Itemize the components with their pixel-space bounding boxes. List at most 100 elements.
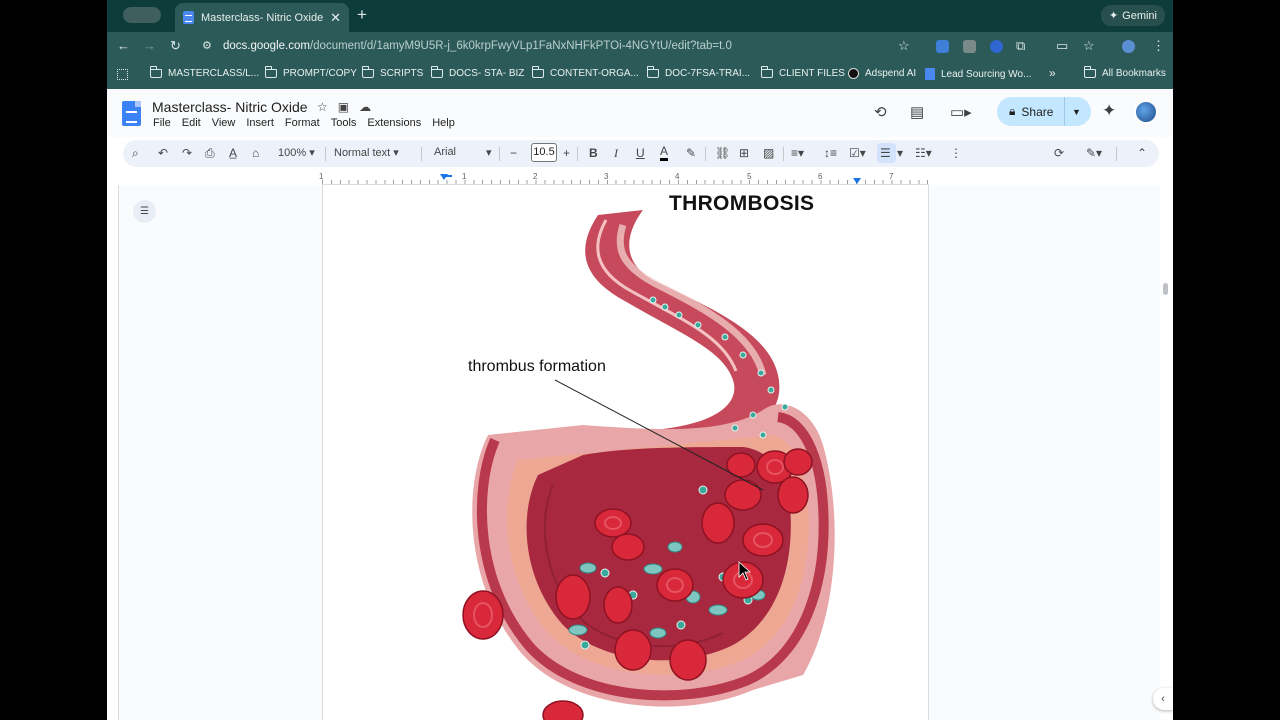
menu-tools[interactable]: Tools — [331, 117, 357, 129]
more-options-icon[interactable]: ⋮ — [950, 145, 962, 161]
highlight-pen-icon[interactable]: ✎ — [686, 145, 696, 161]
version-history-icon[interactable]: ⟲ — [874, 103, 887, 121]
menu-insert[interactable]: Insert — [246, 117, 274, 129]
style-select[interactable]: Normal text ▾ — [334, 146, 399, 159]
undo-icon[interactable]: ↶ — [158, 145, 168, 161]
avatar[interactable] — [1134, 100, 1158, 124]
extension-gear-icon[interactable] — [990, 40, 1003, 53]
profile-avatar-icon[interactable] — [1122, 40, 1135, 53]
forward-icon[interactable]: → — [143, 38, 156, 54]
bold-icon[interactable]: B — [589, 145, 598, 161]
menu-view[interactable]: View — [212, 117, 236, 129]
move-folder-icon[interactable]: ▣ — [338, 100, 349, 114]
right-indent-marker[interactable] — [853, 178, 861, 184]
ai-refresh-icon[interactable]: ⟳ — [1054, 145, 1064, 161]
chevron-down-icon[interactable]: ▾ — [486, 146, 492, 159]
url-path: /document/d/1amyM9U5R-j_6k0krpFwyVLp1FaN… — [309, 40, 732, 52]
editing-mode-icon[interactable]: ✎▾ — [1086, 145, 1102, 161]
font-select[interactable]: Arial — [434, 146, 494, 158]
search-icon[interactable]: ⌕ — [132, 145, 139, 161]
align-left-icon[interactable]: ≡▾ — [791, 145, 804, 161]
gemini-button[interactable]: ✦ Gemini — [1100, 5, 1165, 26]
zoom-select[interactable]: 100% ▾ — [278, 146, 315, 159]
bookmark-item[interactable]: CLIENT FILES — [761, 66, 845, 79]
all-bookmarks-button[interactable]: All Bookmarks — [1084, 66, 1166, 79]
increase-font-size-icon[interactable]: + — [563, 145, 570, 161]
apps-grid-icon[interactable] — [117, 69, 128, 80]
tab-strip: Masterclass- Nitric Oxide - Go ✕ + ✦ Gem… — [107, 0, 1173, 32]
folder-icon — [265, 66, 277, 78]
collapse-toolbar-icon[interactable]: ⌃ — [1137, 145, 1147, 161]
tab-active[interactable]: Masterclass- Nitric Oxide - Go ✕ — [175, 3, 349, 32]
text-color-icon[interactable]: A — [660, 145, 669, 161]
bookmarks-overflow-button[interactable]: » — [1049, 66, 1056, 80]
bookmark-item[interactable]: DOCS- STA- BIZ — [431, 66, 524, 79]
menu-file[interactable]: File — [153, 117, 171, 129]
font-size-input[interactable]: 10.5 — [531, 143, 557, 162]
meet-video-icon[interactable]: ▭▸ — [950, 103, 972, 121]
numbered-list-icon[interactable]: ☷▾ — [915, 145, 932, 161]
divider — [783, 147, 784, 161]
left-indent-marker[interactable] — [440, 174, 448, 180]
print-icon[interactable]: ⎙ — [205, 145, 215, 161]
scrollbar-thumb[interactable] — [1163, 283, 1168, 295]
menu-edit[interactable]: Edit — [182, 117, 201, 129]
extension-audio-icon[interactable] — [936, 40, 949, 53]
redo-icon[interactable]: ↷ — [182, 145, 192, 161]
back-icon[interactable]: ← — [117, 38, 130, 54]
cast-icon[interactable]: ▭ — [1056, 38, 1068, 54]
comments-icon[interactable]: ▤ — [910, 103, 924, 121]
bookmark-item[interactable]: Lead Sourcing Wo... — [925, 68, 1031, 80]
menu-format[interactable]: Format — [285, 117, 320, 129]
spellcheck-icon[interactable]: A̲ — [229, 145, 237, 161]
kebab-menu-icon[interactable]: ⋮ — [1152, 38, 1165, 54]
bookmark-item[interactable]: DOC-7FSA-TRAI... — [647, 66, 750, 79]
cloud-status-icon[interactable]: ☁ — [359, 100, 371, 114]
docs-logo-icon[interactable] — [122, 101, 141, 126]
document-page[interactable] — [322, 185, 929, 720]
italic-icon[interactable]: I — [614, 145, 618, 161]
bookmark-item[interactable]: SCRIPTS — [362, 66, 423, 79]
document-outline-button[interactable]: ☰ — [133, 200, 156, 223]
site-settings-icon[interactable]: ⚙ — [202, 38, 212, 54]
extension-code-icon[interactable] — [963, 40, 976, 53]
ruler-number: 2 — [533, 172, 538, 181]
insert-image-icon[interactable]: ▨ — [763, 145, 774, 161]
decrease-font-size-icon[interactable]: − — [510, 145, 517, 161]
close-icon[interactable]: ✕ — [330, 10, 341, 26]
menu-help[interactable]: Help — [432, 117, 455, 129]
menu-extensions[interactable]: Extensions — [367, 117, 421, 129]
chevron-down-icon[interactable]: ▼ — [1065, 107, 1081, 117]
share-button[interactable]: 🔒︎ Share ▼ — [997, 97, 1091, 126]
gemini-sparkle-icon[interactable]: ✦ — [1102, 101, 1116, 121]
underline-icon[interactable]: U — [636, 145, 645, 161]
link-icon[interactable]: ⛓ — [715, 145, 730, 161]
star-icon[interactable]: ☆ — [317, 100, 328, 114]
triangle-logo-icon — [848, 68, 859, 79]
bookmark-item[interactable]: Adspend AI — [848, 68, 916, 79]
reload-icon[interactable]: ↻ — [170, 38, 181, 54]
chevron-down-icon[interactable]: ▾ — [897, 145, 903, 161]
divider — [1116, 147, 1117, 161]
address-bar[interactable]: docs.google.com/document/d/1amyM9U5R-j_6… — [223, 40, 732, 52]
ruler[interactable]: 1 1 2 3 4 5 6 7 — [319, 172, 929, 185]
bookmark-star-icon[interactable]: ☆ — [898, 38, 910, 54]
lock-icon: 🔒︎ — [1009, 104, 1016, 118]
paint-format-icon[interactable]: ⌂ — [252, 145, 259, 161]
checklist-icon[interactable]: ☑▾ — [849, 145, 866, 161]
add-comment-icon[interactable]: ⊞ — [739, 145, 749, 161]
bookmark-item[interactable]: CONTENT-ORGA... — [532, 66, 639, 79]
side-panel-toggle-button[interactable]: ‹ — [1153, 688, 1173, 710]
extensions-puzzle-icon[interactable]: ⧉ — [1016, 38, 1025, 54]
bulleted-list-icon[interactable]: ☰ — [880, 145, 891, 161]
title-actions: ☆ ▣ ☁ — [317, 100, 371, 114]
new-tab-button[interactable]: + — [357, 6, 367, 24]
bookmark-item[interactable]: PROMPT/COPY — [265, 66, 357, 79]
line-spacing-icon[interactable]: ↕≡ — [824, 145, 837, 161]
ruler-ticks — [322, 180, 929, 184]
reading-list-star-icon[interactable]: ☆ — [1083, 38, 1095, 54]
browser-window: Masterclass- Nitric Oxide - Go ✕ + ✦ Gem… — [107, 0, 1173, 720]
document-title[interactable]: Masterclass- Nitric Oxide — [152, 99, 308, 115]
bookmark-item[interactable]: MASTERCLASS/L... — [150, 66, 259, 79]
tab-group-pill[interactable] — [123, 7, 161, 23]
